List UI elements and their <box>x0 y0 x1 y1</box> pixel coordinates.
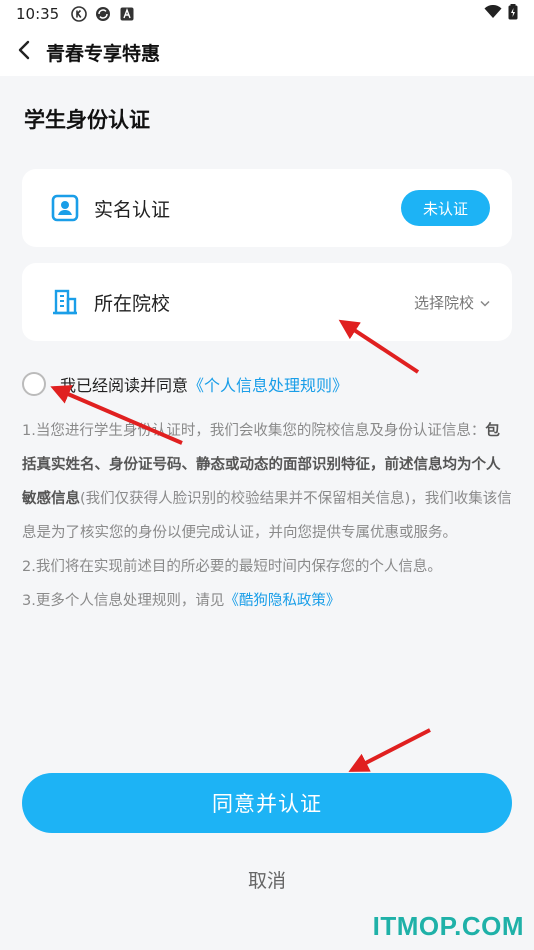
chevron-left-icon <box>17 40 31 64</box>
k-circle-icon <box>71 6 88 22</box>
agree-and-verify-button[interactable]: 同意并认证 <box>22 773 512 833</box>
select-school-dropdown[interactable]: 选择院校 <box>414 292 490 313</box>
kugou-privacy-link[interactable]: 《酷狗隐私政策》 <box>224 593 340 609</box>
verify-status-button[interactable]: 未认证 <box>400 190 490 226</box>
section-title: 学生身份认证 <box>24 108 150 132</box>
real-name-label: 实名认证 <box>94 198 171 221</box>
real-name-card[interactable]: 实名认证 未认证 <box>22 169 512 247</box>
status-time: 10:35 <box>16 5 60 23</box>
note-1-text-b: (我们仅获得人脸识别的校验结果并不保留相关信息)，我们收集该信息是为了核实您的身… <box>22 491 512 541</box>
watermark-logo: ITMOP.COM <box>372 911 524 941</box>
school-card[interactable]: 所在院校 选择院校 <box>22 263 512 341</box>
page-title: 青春专享特惠 <box>46 42 161 65</box>
select-school-label: 选择院校 <box>413 293 474 312</box>
wifi-icon <box>484 4 502 23</box>
cancel-button[interactable]: 取消 <box>0 866 534 893</box>
note-1: 1.当您进行学生身份认证时，我们会收集您的院校信息及身份认证信息：包括真实姓名、… <box>22 414 514 550</box>
note-3: 3.更多个人信息处理规则，请见《酷狗隐私政策》 <box>22 584 514 618</box>
agree-radio[interactable] <box>22 372 46 396</box>
note-2: 2.我们将在实现前述目的所必要的最短时间内保存您的个人信息。 <box>22 559 442 575</box>
chevron-down-icon <box>480 293 490 311</box>
notes-block: 1.当您进行学生身份认证时，我们会收集您的院校信息及身份认证信息：包括真实姓名、… <box>22 414 514 618</box>
header-bar: 青春专享特惠 <box>0 28 534 76</box>
status-bar: 10:35 <box>0 0 534 28</box>
school-label: 所在院校 <box>94 292 171 315</box>
a-box-icon <box>119 6 135 22</box>
agreement-prefix: 我已经阅读并同意 <box>60 376 189 395</box>
back-button[interactable] <box>2 28 46 76</box>
privacy-rules-link[interactable]: 《个人信息处理规则》 <box>188 376 348 395</box>
id-card-icon <box>50 193 80 223</box>
agreement-text: 我已经阅读并同意《个人信息处理规则》 <box>60 372 348 396</box>
building-icon <box>50 287 80 317</box>
main-content: 学生身份认证 实名认证 未认证 所在院校 选择院校 我已经阅读并同意《个人信息处… <box>0 76 534 950</box>
battery-charging-icon <box>508 4 518 24</box>
sync-icon <box>95 6 111 22</box>
note-3-text: 3.更多个人信息处理规则，请见 <box>22 593 225 609</box>
note-1-text-a: 1.当您进行学生身份认证时，我们会收集您的院校信息及身份认证信息： <box>22 423 486 439</box>
agreement-row: 我已经阅读并同意《个人信息处理规则》 <box>22 372 348 396</box>
